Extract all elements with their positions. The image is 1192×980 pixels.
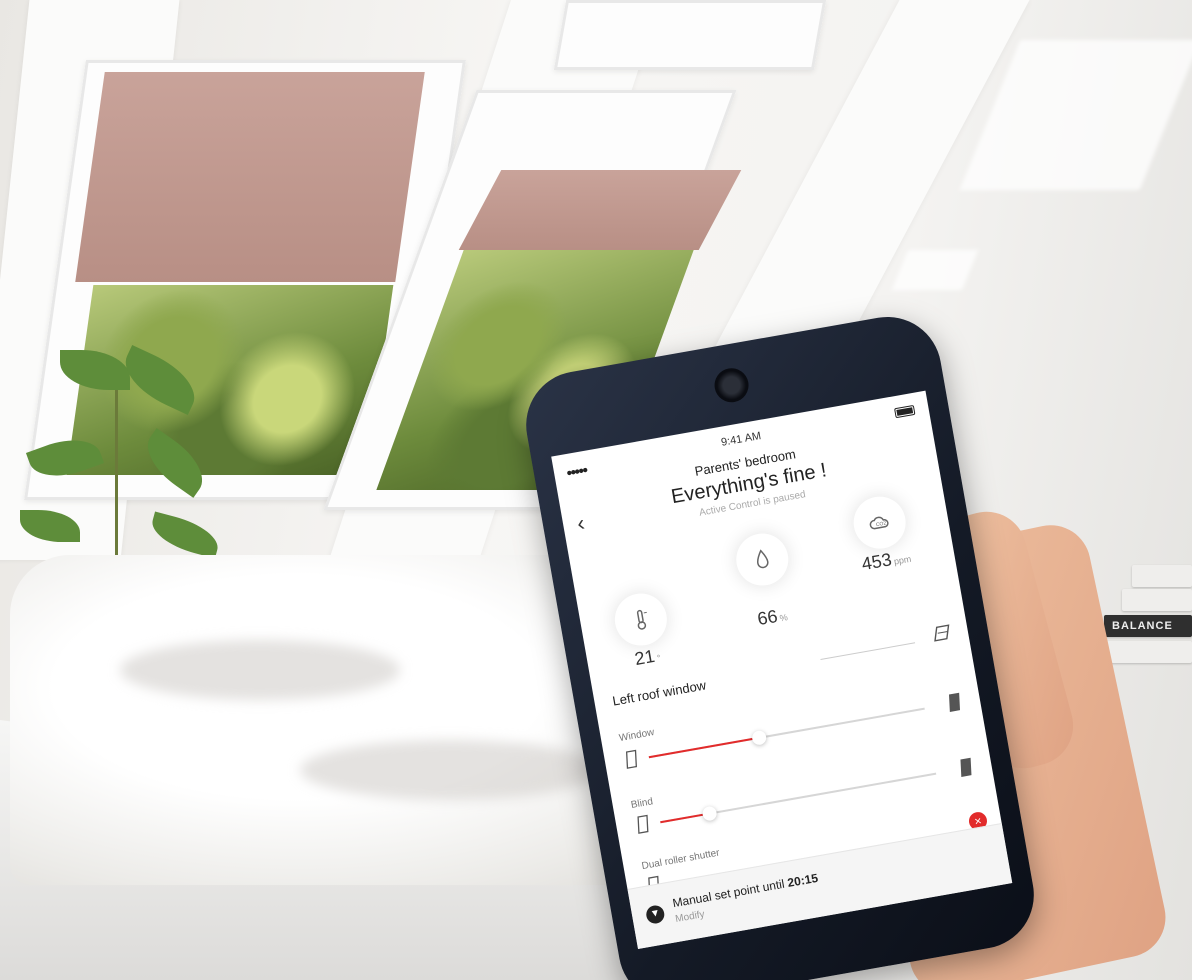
section-title: Left roof window xyxy=(611,677,708,709)
co2-unit: ppm xyxy=(893,553,913,567)
blind-open-icon[interactable] xyxy=(633,813,652,835)
book xyxy=(1132,565,1192,587)
window-closed-icon[interactable] xyxy=(621,748,640,770)
scene: BALANCE ●●●●● 9:41 AM ‹ Parents' bedroom… xyxy=(0,0,1192,980)
setpoint-label: Manual set point until xyxy=(671,876,789,911)
setpoint-text: Manual set point until 20:15 xyxy=(671,871,819,910)
modify-link[interactable]: Modify xyxy=(675,909,706,925)
roof-window-icon[interactable] xyxy=(928,622,953,644)
window-slider-fill xyxy=(648,736,760,759)
info-icon xyxy=(644,904,666,925)
blind-control-label: Blind xyxy=(630,796,654,811)
metric-humidity[interactable]: 66% xyxy=(718,527,813,634)
book xyxy=(1122,589,1192,611)
humidity-unit: % xyxy=(778,612,789,624)
window-slider-knob[interactable] xyxy=(751,729,768,746)
co2-value: 453 xyxy=(860,549,894,575)
book xyxy=(1106,641,1192,663)
shutter-control-label: Dual roller shutter xyxy=(640,847,721,873)
book-balance: BALANCE xyxy=(1104,615,1192,637)
duvet-fold xyxy=(120,640,400,700)
droplet-icon xyxy=(732,529,792,589)
co2-cloud-icon: CO2 xyxy=(850,492,910,552)
blind-slider-knob[interactable] xyxy=(701,805,719,822)
duvet-fold xyxy=(300,740,600,800)
blind-slider[interactable] xyxy=(660,772,937,824)
battery-icon xyxy=(894,404,916,419)
metric-co2[interactable]: CO2 453ppm xyxy=(836,490,928,578)
window-slider[interactable] xyxy=(648,707,925,759)
left-window-blind xyxy=(75,72,425,282)
blind-closed-icon[interactable] xyxy=(956,756,975,778)
thermometer-icon xyxy=(611,589,671,649)
temperature-value: 21 xyxy=(633,645,657,670)
upper-roof-window-frame xyxy=(553,0,827,70)
setpoint-time: 20:15 xyxy=(786,870,820,890)
section-divider xyxy=(820,642,916,660)
window-open-icon[interactable] xyxy=(944,691,963,713)
metric-temperature[interactable]: 21° xyxy=(597,587,689,675)
book-stack: BALANCE xyxy=(1102,565,1192,685)
right-window-blind xyxy=(458,170,742,250)
window-control-label: Window xyxy=(618,727,656,745)
humidity-value: 66 xyxy=(755,605,780,630)
temperature-unit: ° xyxy=(656,652,662,664)
